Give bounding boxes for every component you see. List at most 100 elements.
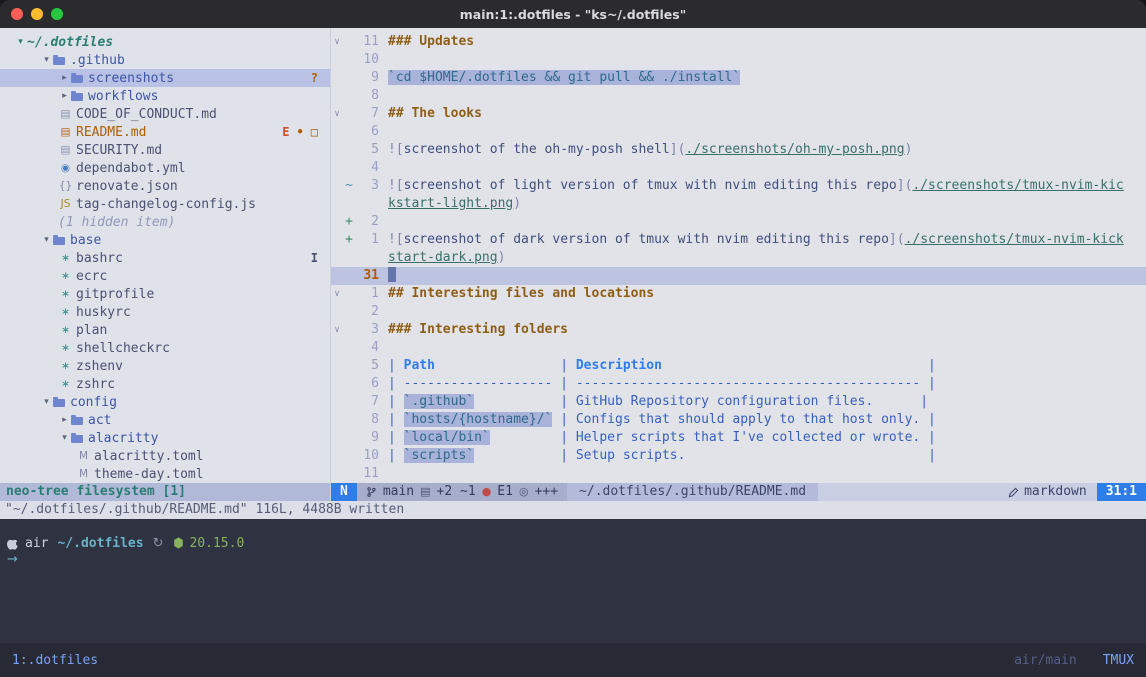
tree-item-screenshots[interactable]: ▸screenshots? xyxy=(0,69,330,87)
editor-line[interactable]: ∨7## The looks xyxy=(331,105,1146,123)
editor-line[interactable]: 9| `local/bin` | Helper scripts that I'v… xyxy=(331,429,1146,447)
tree-item-gitprofile[interactable]: ∗gitprofile xyxy=(0,285,330,303)
line-text: ![screenshot of light version of tmux wi… xyxy=(388,177,1146,195)
git-status-badges: ? xyxy=(311,71,318,85)
tree-item-dependabot-yml[interactable]: ◉dependabot.yml xyxy=(0,159,330,177)
editor-line[interactable]: 8| `hosts/{hostname}/` | Configs that sh… xyxy=(331,411,1146,429)
fold-marker-icon[interactable]: ∨ xyxy=(331,321,343,339)
editor-line[interactable]: ∨1## Interesting files and locations xyxy=(331,285,1146,303)
line-number: 4 xyxy=(355,339,379,357)
git-status-badges: I xyxy=(311,251,318,265)
sign-column xyxy=(343,285,355,303)
tree-item-bashrc[interactable]: ∗bashrcI xyxy=(0,249,330,267)
editor-line[interactable]: 11 xyxy=(331,465,1146,483)
fold-column xyxy=(331,393,343,411)
editor-line[interactable]: +1![screenshot of dark version of tmux w… xyxy=(331,231,1146,249)
tree-item-alacritty-toml[interactable]: Malacritty.toml xyxy=(0,447,330,465)
tree-item-1-hidden-item[interactable]: (1 hidden item) xyxy=(0,213,330,231)
sign-column xyxy=(343,321,355,339)
chevron-right-icon[interactable]: ▸ xyxy=(58,415,71,425)
toml-file-icon: M xyxy=(76,468,91,480)
chevron-down-icon[interactable]: ▾ xyxy=(58,433,71,443)
rc-file-icon: ∗ xyxy=(58,306,73,318)
editor-line[interactable]: +2 xyxy=(331,213,1146,231)
editor-line[interactable]: ~3![screenshot of light version of tmux … xyxy=(331,177,1146,195)
node-hexagon-icon xyxy=(173,537,184,549)
shell-pane[interactable]: air ~/.dotfiles ↻ 20.15.0 → xyxy=(0,519,1146,643)
sign-column xyxy=(343,447,355,465)
editor-line[interactable]: 6| ------------------- | ---------------… xyxy=(331,375,1146,393)
tree-item-label: plan xyxy=(76,323,107,338)
line-number: 2 xyxy=(355,213,379,231)
chevron-right-icon[interactable]: ▸ xyxy=(58,73,71,83)
tree-item-zshenv[interactable]: ∗zshenv xyxy=(0,357,330,375)
line-text: kstart-light.png) xyxy=(388,195,1146,213)
tree-item-base[interactable]: ▾base xyxy=(0,231,330,249)
line-number: 6 xyxy=(355,123,379,141)
git-sign: + xyxy=(343,231,355,249)
chevron-right-icon[interactable]: ▸ xyxy=(58,91,71,101)
editor-line[interactable]: 2 xyxy=(331,303,1146,321)
tree-item-renovate-json[interactable]: {}renovate.json xyxy=(0,177,330,195)
fold-marker-icon[interactable]: ∨ xyxy=(331,105,343,123)
fold-marker-icon[interactable]: ∨ xyxy=(331,285,343,303)
sign-column xyxy=(343,195,355,213)
tree-item-ecrc[interactable]: ∗ecrc xyxy=(0,267,330,285)
tree-item-plan[interactable]: ∗plan xyxy=(0,321,330,339)
editor-line[interactable]: 6 xyxy=(331,123,1146,141)
editor-line[interactable]: 10 xyxy=(331,51,1146,69)
tree-item-dotfiles[interactable]: ▾~/.dotfiles xyxy=(0,33,330,51)
tree-item-security-md[interactable]: ▤SECURITY.md xyxy=(0,141,330,159)
tree-item-readme-md[interactable]: ▤README.mdE•□ xyxy=(0,123,330,141)
editor-line[interactable]: ∨3### Interesting folders xyxy=(331,321,1146,339)
line-number: 7 xyxy=(355,393,379,411)
chevron-down-icon[interactable]: ▾ xyxy=(14,37,27,47)
tree-item-alacritty[interactable]: ▾ alacritty xyxy=(0,429,330,447)
editor-line[interactable]: 5![screenshot of the oh-my-posh shell](.… xyxy=(331,141,1146,159)
tree-item-code-of-conduct-md[interactable]: ▤CODE_OF_CONDUCT.md xyxy=(0,105,330,123)
editor-line[interactable]: 5| Path | Description | xyxy=(331,357,1146,375)
chevron-down-icon[interactable]: ▾ xyxy=(40,55,53,65)
fold-column xyxy=(331,267,343,285)
editor-buffer[interactable]: ∨11### Updates109`cd $HOME/.dotfiles && … xyxy=(331,28,1146,483)
tree-item-zshrc[interactable]: ∗zshrc xyxy=(0,375,330,393)
editor-line[interactable]: 4 xyxy=(331,159,1146,177)
fold-column xyxy=(331,411,343,429)
fold-column xyxy=(331,447,343,465)
minimize-button[interactable] xyxy=(31,8,43,20)
editor-line[interactable]: kstart-light.png) xyxy=(331,195,1146,213)
toml-file-icon: M xyxy=(76,450,91,462)
tree-item-workflows[interactable]: ▸workflows xyxy=(0,87,330,105)
editor-line[interactable]: 4 xyxy=(331,339,1146,357)
cursor-line[interactable]: 31 xyxy=(331,267,1146,285)
fold-marker-icon[interactable]: ∨ xyxy=(331,33,343,51)
tmux-window-tab[interactable]: 1:.dotfiles xyxy=(12,653,98,668)
rc-file-icon: ∗ xyxy=(58,288,73,300)
tree-item-label: alacritty xyxy=(88,431,158,446)
tree-item-label: SECURITY.md xyxy=(76,143,162,158)
line-number: 9 xyxy=(355,69,379,87)
fullscreen-button[interactable] xyxy=(51,8,63,20)
editor-line[interactable]: 9`cd $HOME/.dotfiles && git pull && ./in… xyxy=(331,69,1146,87)
chevron-down-icon[interactable]: ▾ xyxy=(40,397,53,407)
sign-column xyxy=(343,105,355,123)
tree-item-act[interactable]: ▸act xyxy=(0,411,330,429)
editor-line[interactable]: 10| `scripts` | Setup scripts. | xyxy=(331,447,1146,465)
line-text: ![screenshot of dark version of tmux wit… xyxy=(388,231,1146,249)
tree-item-github[interactable]: ▾.github xyxy=(0,51,330,69)
git-segment: main ▤ +2 ~1 ● E1 ◎ +++ xyxy=(357,483,567,501)
tree-item-theme-day-toml[interactable]: Mtheme-day.toml xyxy=(0,465,330,483)
editor-line[interactable]: start-dark.png) xyxy=(331,249,1146,267)
line-number: 11 xyxy=(355,465,379,483)
tree-item-huskyrc[interactable]: ∗huskyrc xyxy=(0,303,330,321)
chevron-down-icon[interactable]: ▾ xyxy=(40,235,53,245)
tree-item-config[interactable]: ▾config xyxy=(0,393,330,411)
close-button[interactable] xyxy=(11,8,23,20)
editor-line[interactable]: 7| `.github` | GitHub Repository configu… xyxy=(331,393,1146,411)
editor-line[interactable]: ∨11### Updates xyxy=(331,33,1146,51)
fold-column xyxy=(331,87,343,105)
markdown-file-icon: ▤ xyxy=(58,144,73,156)
tree-item-tag-changelog-config-js[interactable]: JStag-changelog-config.js xyxy=(0,195,330,213)
editor-line[interactable]: 8 xyxy=(331,87,1146,105)
tree-item-shellcheckrc[interactable]: ∗shellcheckrc xyxy=(0,339,330,357)
